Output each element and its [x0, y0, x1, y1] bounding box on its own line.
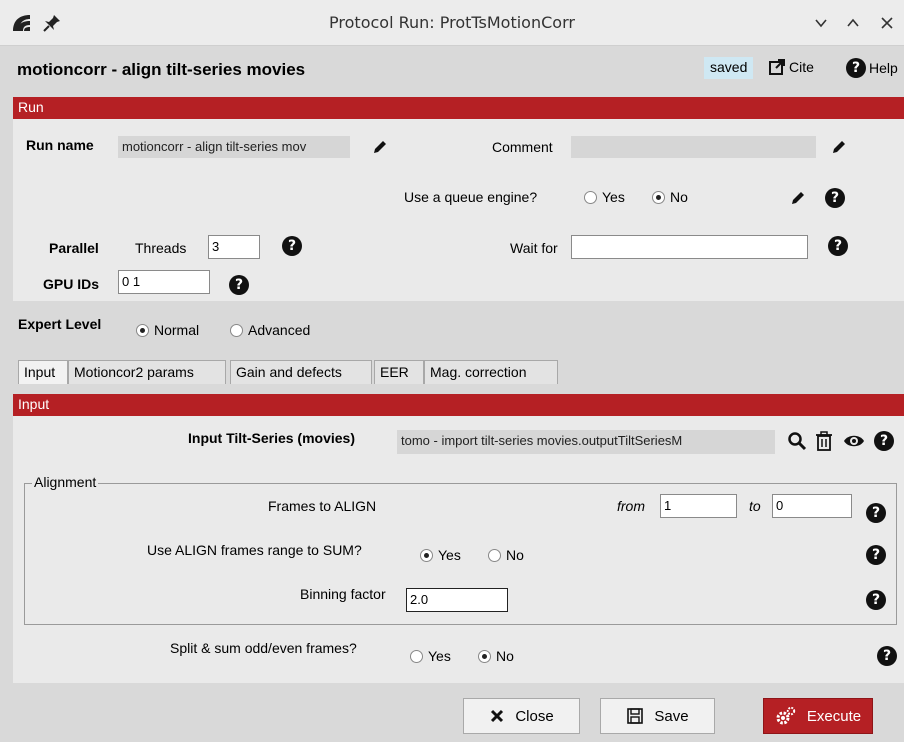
- frames-to-align-label: Frames to ALIGN: [268, 498, 377, 514]
- use-range-yes-label: Yes: [438, 547, 461, 563]
- split-yes-radio[interactable]: Yes: [410, 648, 451, 664]
- queue-help-icon[interactable]: ?: [825, 188, 845, 208]
- binning-factor-input[interactable]: 2.0: [406, 588, 508, 612]
- input-tilt-series-label: Input Tilt-Series (movies): [188, 430, 355, 446]
- external-link-icon: [769, 59, 785, 75]
- split-yes-label: Yes: [428, 648, 451, 664]
- expert-normal-radio[interactable]: Normal: [136, 322, 199, 338]
- close-button[interactable]: Close: [463, 698, 580, 734]
- radio-indicator: [488, 549, 501, 562]
- trash-icon: [816, 431, 832, 451]
- input-section-bar: Input: [13, 394, 904, 416]
- wait-for-label: Wait for: [510, 240, 558, 256]
- use-range-yes-radio[interactable]: Yes: [420, 547, 461, 563]
- gpu-help-icon[interactable]: ?: [229, 275, 249, 295]
- queue-yes-radio[interactable]: Yes: [584, 189, 625, 205]
- edit-comment-button[interactable]: [828, 136, 850, 158]
- tab-motioncor2-params[interactable]: Motioncor2 params: [68, 360, 226, 384]
- parallel-label: Parallel: [49, 240, 99, 256]
- save-button[interactable]: Save: [600, 698, 715, 734]
- pencil-icon: [792, 192, 804, 204]
- close-button-label: Close: [515, 707, 554, 725]
- cite-button[interactable]: Cite: [768, 58, 814, 76]
- comment-label: Comment: [492, 139, 553, 155]
- split-help-icon[interactable]: ?: [877, 646, 897, 666]
- status-badge: saved: [704, 57, 754, 79]
- gpu-ids-label: GPU IDs: [43, 276, 100, 292]
- binning-factor-label: Binning factor: [300, 586, 386, 602]
- eye-icon: [844, 435, 864, 447]
- radio-indicator: [652, 191, 665, 204]
- save-button-label: Save: [654, 707, 689, 725]
- tab-input[interactable]: Input: [18, 360, 68, 384]
- radio-indicator: [420, 549, 433, 562]
- use-range-help-icon[interactable]: ?: [866, 545, 886, 565]
- threads-input[interactable]: 3: [208, 235, 260, 259]
- cite-label: Cite: [789, 59, 814, 75]
- queue-label: Use a queue engine?: [404, 189, 538, 205]
- queue-no-radio[interactable]: No: [652, 189, 688, 205]
- wait-for-help-icon[interactable]: ?: [828, 236, 848, 256]
- tab-gain-and-defects[interactable]: Gain and defects: [230, 360, 372, 384]
- queue-yes-label: Yes: [602, 189, 625, 205]
- run-name-field[interactable]: motioncorr - align tilt-series mov: [118, 136, 350, 158]
- maximize-button[interactable]: [840, 10, 866, 36]
- split-sum-label: Split & sum odd/even frames?: [170, 640, 357, 656]
- threads-label: Threads: [135, 240, 187, 256]
- view-button[interactable]: [843, 430, 865, 452]
- radio-indicator: [410, 650, 423, 663]
- frames-help-icon[interactable]: ?: [866, 503, 886, 523]
- expert-advanced-radio[interactable]: Advanced: [230, 322, 310, 338]
- expert-level-label: Expert Level: [18, 316, 102, 332]
- comment-field[interactable]: [571, 136, 816, 158]
- radio-indicator: [584, 191, 597, 204]
- to-input[interactable]: 0: [772, 494, 852, 518]
- window-titlebar: Protocol Run: ProtTsMotionCorr: [0, 0, 904, 46]
- tab-eer[interactable]: EER: [374, 360, 424, 384]
- radio-indicator: [478, 650, 491, 663]
- binning-help-icon[interactable]: ?: [866, 590, 886, 610]
- edit-run-name-button[interactable]: [369, 136, 391, 158]
- search-icon: [788, 432, 807, 451]
- expert-advanced-label: Advanced: [248, 322, 311, 338]
- floppy-disk-icon: [627, 708, 644, 724]
- from-input[interactable]: 1: [660, 494, 737, 518]
- expert-normal-label: Normal: [154, 322, 200, 338]
- minimize-button[interactable]: [808, 10, 834, 36]
- pencil-icon: [374, 141, 386, 153]
- help-button[interactable]: ? Help: [846, 58, 898, 78]
- pencil-icon: [833, 141, 845, 153]
- run-section-bar: Run: [13, 97, 904, 119]
- close-window-button[interactable]: [874, 10, 900, 36]
- use-range-no-radio[interactable]: No: [488, 547, 524, 563]
- execute-button[interactable]: Execute: [763, 698, 873, 734]
- protocol-title: motioncorr - align tilt-series movies: [17, 60, 306, 79]
- use-range-label: Use ALIGN frames range to SUM?: [147, 542, 362, 558]
- split-no-label: No: [496, 648, 514, 664]
- execute-button-label: Execute: [806, 707, 862, 725]
- threads-help-icon[interactable]: ?: [282, 236, 302, 256]
- split-no-radio[interactable]: No: [478, 648, 514, 664]
- window-title: Protocol Run: ProtTsMotionCorr: [329, 13, 575, 32]
- help-label: Help: [869, 60, 898, 76]
- question-icon: ?: [846, 58, 866, 78]
- radio-indicator: [230, 324, 243, 337]
- radio-indicator: [136, 324, 149, 337]
- input-help-icon[interactable]: ?: [874, 431, 894, 451]
- gpu-ids-input[interactable]: 0 1: [118, 270, 210, 294]
- use-range-no-label: No: [506, 547, 524, 563]
- input-tilt-series-field[interactable]: tomo - import tilt-series movies.outputT…: [397, 430, 775, 454]
- queue-no-label: No: [670, 189, 688, 205]
- wait-for-input[interactable]: [571, 235, 808, 259]
- alignment-group-title: Alignment: [32, 474, 99, 490]
- tab-mag-correction[interactable]: Mag. correction: [424, 360, 558, 384]
- from-label: from: [617, 498, 645, 514]
- gears-icon: [776, 706, 796, 725]
- close-icon: [491, 709, 504, 723]
- search-button[interactable]: [786, 430, 808, 452]
- delete-button[interactable]: [813, 430, 835, 452]
- to-label: to: [749, 498, 761, 514]
- edit-queue-button[interactable]: [787, 187, 809, 209]
- run-name-label: Run name: [26, 137, 94, 153]
